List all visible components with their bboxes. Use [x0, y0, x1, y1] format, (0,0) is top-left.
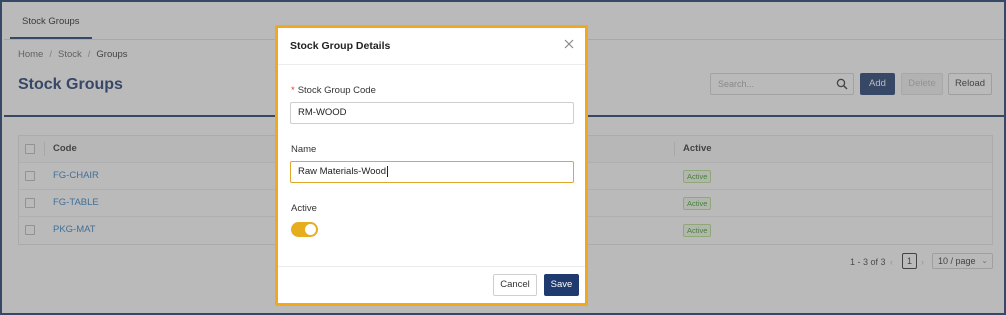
modal-title: Stock Group Details: [290, 40, 391, 52]
stock-group-details-modal: Stock Group Details * Stock Group Code RM…: [275, 25, 588, 306]
stock-group-code-label-text: Stock Group Code: [297, 85, 376, 96]
modal-footer: Cancel Save: [278, 266, 585, 303]
name-label: Name: [291, 144, 317, 155]
stock-group-code-label: * Stock Group Code: [291, 85, 376, 96]
name-value: Raw Materials-Wood: [298, 166, 386, 177]
required-marker: *: [291, 85, 295, 96]
cancel-button[interactable]: Cancel: [493, 274, 537, 296]
close-icon[interactable]: [563, 38, 575, 50]
stock-group-code-input[interactable]: RM-WOOD: [290, 102, 574, 124]
save-button[interactable]: Save: [544, 274, 579, 296]
toggle-knob: [305, 224, 316, 235]
modal-header: Stock Group Details: [278, 28, 585, 65]
text-caret: [387, 165, 388, 177]
active-label: Active: [291, 203, 317, 214]
active-toggle[interactable]: [291, 222, 318, 237]
name-input[interactable]: Raw Materials-Wood: [290, 161, 574, 183]
stock-group-code-value: RM-WOOD: [298, 107, 347, 118]
